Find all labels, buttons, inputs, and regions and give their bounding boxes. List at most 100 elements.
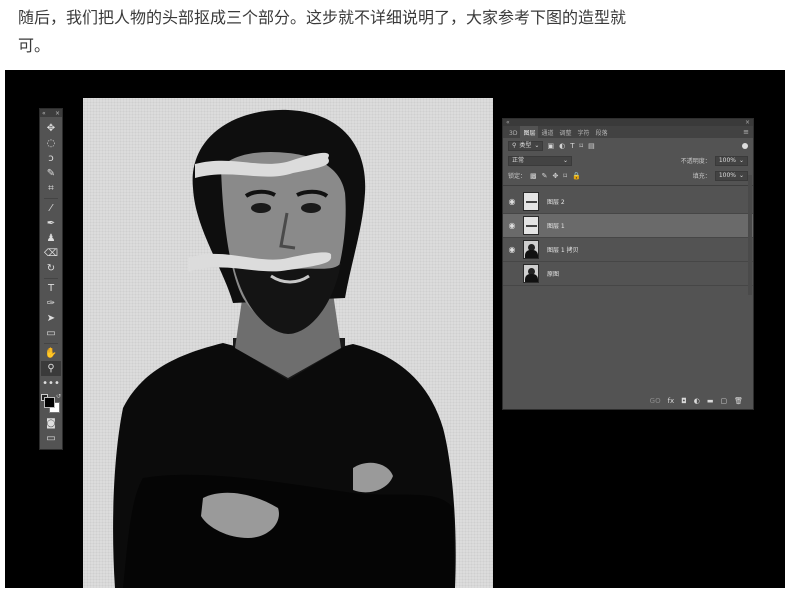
layer-row[interactable]: ◉ 图层 1 拷贝: [503, 238, 753, 262]
panel-tabs: 3D 图层 通道 调整 字符 段落 ≡: [503, 126, 753, 138]
foreground-color[interactable]: [44, 397, 55, 408]
history-brush-tool-icon[interactable]: ↻: [41, 261, 61, 276]
eye-icon[interactable]: ◉: [503, 245, 521, 254]
quick-select-tool-icon[interactable]: ✎: [41, 166, 61, 181]
chevron-down-icon: ⌄: [738, 156, 744, 164]
rectangle-tool-icon[interactable]: ▭: [41, 326, 61, 341]
adjustment-filter-icon[interactable]: ◐: [559, 142, 565, 150]
photoshop-screenshot: « × ✥ ◌ ↄ ✎ ⌗ ⁄ ✒ ♟ ⌫ ↻ T ✑ ➤ ▭ ✋ ⚲ ••• ↺ ◙ ▭: [5, 70, 785, 588]
collapse-icon[interactable]: «: [506, 119, 510, 126]
adjustment-layer-icon[interactable]: ◐: [694, 397, 700, 405]
tool-list: ✥ ◌ ↄ ✎ ⌗ ⁄ ✒ ♟ ⌫ ↻ T ✑ ➤ ▭ ✋ ⚲ ••• ↺ ◙ ▭: [40, 117, 62, 446]
opacity-label: 不透明度：: [680, 158, 711, 165]
pixel-filter-icon[interactable]: ▣: [547, 142, 554, 150]
quick-mask-icon[interactable]: ◙: [41, 416, 61, 431]
panel-menu-icon[interactable]: ≡: [739, 128, 753, 138]
filter-kind-select[interactable]: ⚲ 类型 ⌄: [508, 140, 544, 151]
close-icon[interactable]: ×: [745, 119, 750, 126]
tools-panel-header: « ×: [40, 109, 62, 117]
document-canvas[interactable]: [83, 98, 493, 588]
chevron-down-icon: ⌄: [738, 171, 744, 179]
filter-icons: ▣ ◐ T ⌑ ▤: [547, 142, 594, 150]
filter-kind-value: 类型: [519, 141, 532, 149]
marquee-tool-icon[interactable]: ◌: [41, 136, 61, 151]
portrait-photo: [113, 109, 456, 588]
blend-mode-select[interactable]: 正常 ⌄: [508, 155, 572, 166]
right-eye: [301, 203, 321, 213]
eye-icon[interactable]: ◉: [503, 269, 521, 278]
text-tool-icon[interactable]: T: [41, 281, 61, 296]
tab-2[interactable]: 通道: [538, 126, 556, 138]
screen-mode-icon[interactable]: ▭: [41, 431, 61, 446]
shape-filter-icon[interactable]: ⌑: [579, 142, 583, 150]
new-layer-icon[interactable]: ▢: [720, 397, 727, 405]
move-tool-icon[interactable]: ✥: [41, 121, 61, 136]
lock-paint-icon[interactable]: ✎: [542, 172, 548, 180]
zoom-tool-icon[interactable]: ⚲: [41, 361, 61, 376]
filter-toggle[interactable]: [742, 142, 748, 149]
tab-1[interactable]: 图层: [520, 126, 539, 138]
eye-icon[interactable]: ◉: [503, 221, 521, 230]
trash-icon[interactable]: 🗑: [734, 397, 743, 405]
eye-icon[interactable]: ◉: [503, 197, 521, 206]
layer-name: 图层 1 拷贝: [547, 247, 579, 254]
crop-tool-icon[interactable]: ⌗: [41, 181, 61, 196]
lock-label: 锁定：: [508, 173, 527, 180]
swap-colors-icon[interactable]: ↺: [56, 394, 61, 400]
eyedropper-tool-icon[interactable]: ⁄: [41, 201, 61, 216]
lock-all-icon[interactable]: 🔒: [572, 172, 581, 180]
opacity-value: 100%: [718, 156, 736, 164]
layer-thumbnail: [523, 192, 539, 211]
close-icon[interactable]: ×: [55, 110, 60, 117]
type-filter-icon[interactable]: T: [570, 142, 574, 150]
color-swatches[interactable]: ↺: [41, 394, 61, 416]
tab-0[interactable]: 3D: [506, 128, 520, 138]
lock-row: 锁定： ▩ ✎ ✥ ⌑ 🔒 填充： 100% ⌄: [503, 168, 753, 183]
tool-separator: [44, 278, 58, 279]
opacity-field[interactable]: 100% ⌄: [714, 155, 748, 166]
fx-icon[interactable]: fx: [668, 397, 675, 405]
eraser-tool-icon[interactable]: ⌫: [41, 246, 61, 261]
article-text: 随后，我们把人物的头部抠成三个部分。这步就不详细说明了，大家参考下图的造型就 可…: [18, 4, 778, 60]
divider: [503, 185, 753, 186]
tab-4[interactable]: 字符: [574, 126, 592, 138]
collapse-icon[interactable]: «: [42, 110, 46, 117]
article-line-1: 随后，我们把人物的头部抠成三个部分。这步就不详细说明了，大家参考下图的造型就: [18, 8, 627, 27]
chevron-down-icon: ⌄: [562, 156, 568, 164]
search-icon: ⚲: [512, 141, 517, 149]
add-mask-icon[interactable]: ◘: [681, 397, 687, 405]
clone-stamp-tool-icon[interactable]: ♟: [41, 231, 61, 246]
tab-3[interactable]: 调整: [556, 126, 574, 138]
layer-row[interactable]: ◉ 图层 2: [503, 190, 753, 214]
path-select-tool-icon[interactable]: ➤: [41, 311, 61, 326]
lock-icons: ▩ ✎ ✥ ⌑ 🔒: [530, 172, 581, 180]
blend-mode-value: 正常: [512, 156, 525, 164]
tool-separator: [44, 343, 58, 344]
smart-object-filter-icon[interactable]: ▤: [588, 142, 595, 150]
layer-row[interactable]: ◉ 原图: [503, 262, 753, 286]
tool-separator: [44, 198, 58, 199]
hand-tool-icon[interactable]: ✋: [41, 346, 61, 361]
lasso-tool-icon[interactable]: ↄ: [41, 151, 61, 166]
group-icon[interactable]: ▬: [707, 397, 714, 405]
more-tools-icon[interactable]: •••: [41, 376, 61, 391]
lock-position-icon[interactable]: ✥: [553, 172, 559, 180]
tab-5[interactable]: 段落: [593, 126, 611, 138]
layer-name: 原图: [547, 271, 560, 278]
layers-panel: « × 3D 图层 通道 调整 字符 段落 ≡ ⚲ 类型 ⌄ ▣ ◐ T ⌑ ▤ 正常 ⌄ 不透明度…: [502, 118, 754, 410]
lock-artboard-icon[interactable]: ⌑: [563, 172, 567, 180]
lock-transparent-icon[interactable]: ▩: [530, 172, 537, 180]
tools-panel: « × ✥ ◌ ↄ ✎ ⌗ ⁄ ✒ ♟ ⌫ ↻ T ✑ ➤ ▭ ✋ ⚲ ••• ↺ ◙ ▭: [39, 108, 63, 450]
left-eye: [251, 203, 271, 213]
link-layers-icon[interactable]: GO: [650, 397, 661, 405]
brush-tool-icon[interactable]: ✒: [41, 216, 61, 231]
layers-scrollbar[interactable]: [748, 175, 752, 295]
blend-row: 正常 ⌄ 不透明度： 100% ⌄: [503, 153, 753, 168]
pen-tool-icon[interactable]: ✑: [41, 296, 61, 311]
layers-panel-header: « ×: [503, 119, 753, 126]
fill-field[interactable]: 100% ⌄: [714, 170, 748, 181]
layer-row[interactable]: ◉ 图层 1: [503, 214, 753, 238]
fill-label: 填充：: [692, 173, 711, 180]
thumb-strip: [526, 201, 537, 203]
layer-filter-row: ⚲ 类型 ⌄ ▣ ◐ T ⌑ ▤: [503, 138, 753, 153]
